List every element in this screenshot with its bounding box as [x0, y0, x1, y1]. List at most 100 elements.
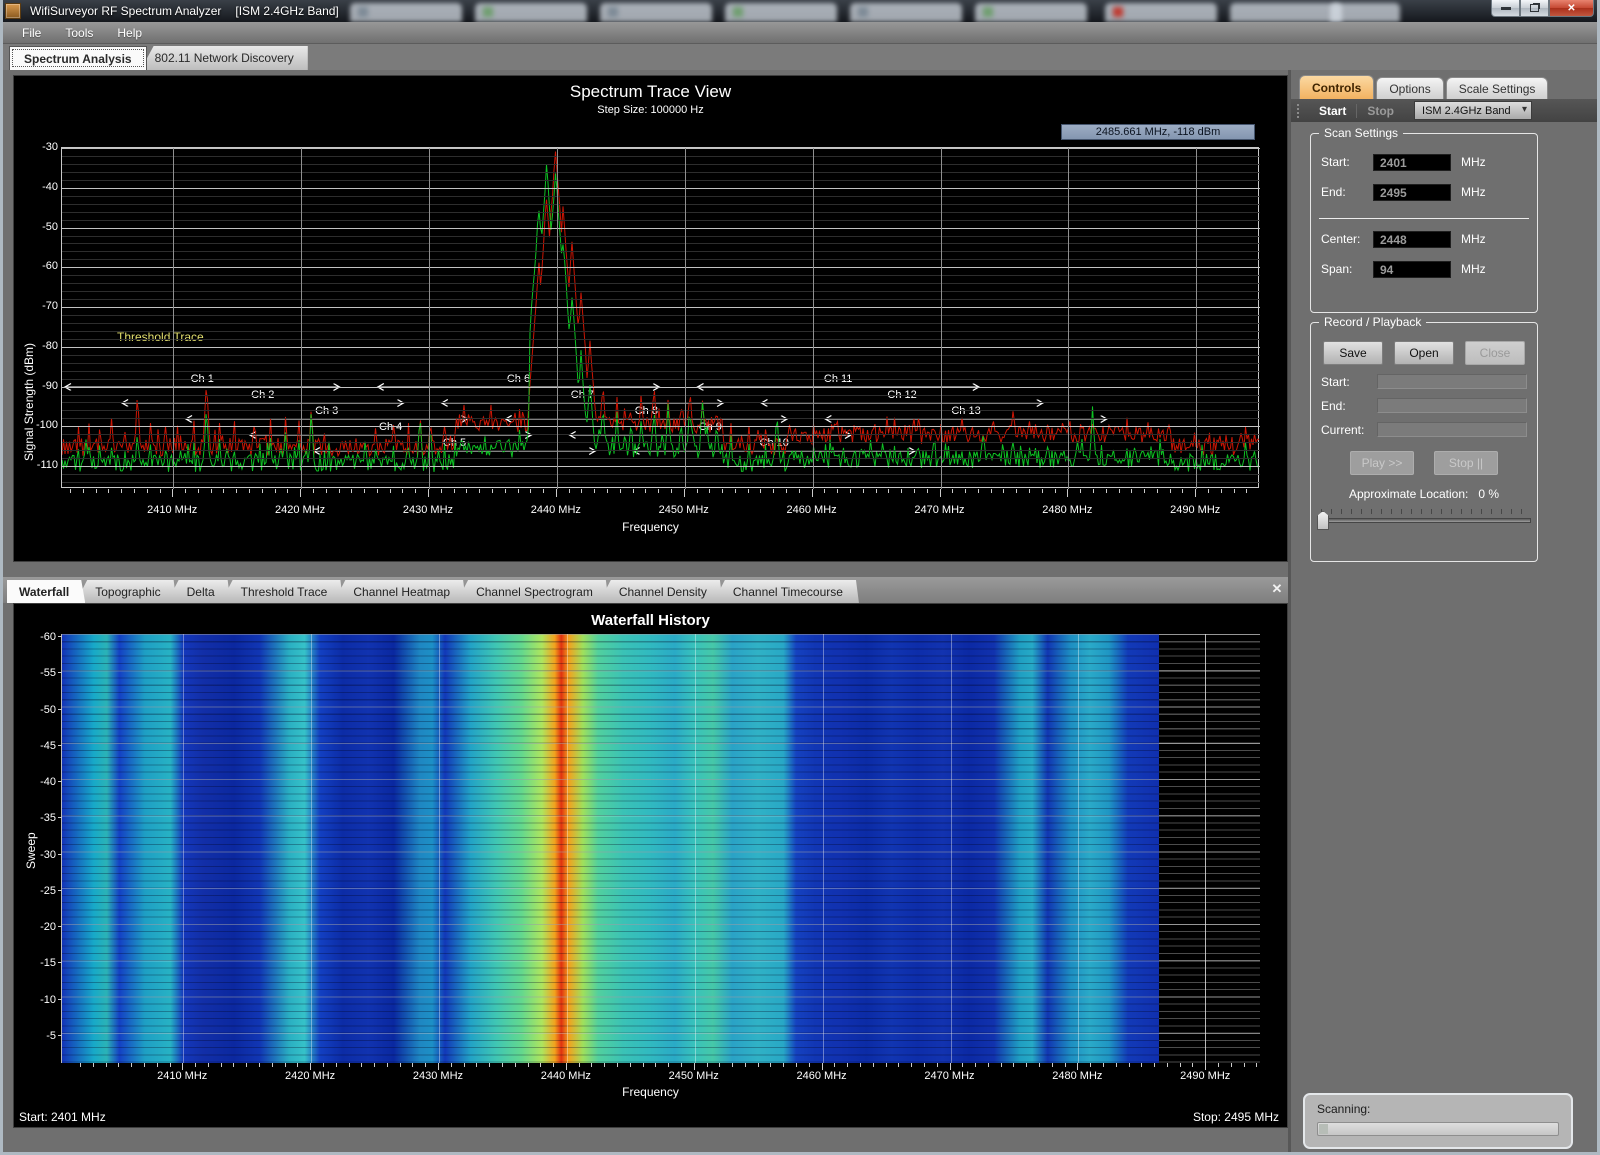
- waterfall-x-minor-tick: [770, 1063, 771, 1067]
- gridline-h: [62, 164, 1260, 165]
- gridline-h: [62, 347, 1260, 348]
- waterfall-x-minor-tick: [540, 1063, 541, 1067]
- x-tick-label: 2480 MHz: [1031, 504, 1103, 516]
- gridline-v: [301, 148, 302, 489]
- spectrum-x-axis-title: Frequency: [14, 520, 1287, 534]
- view-tab-channel-spectrogram[interactable]: Channel Spectrogram: [456, 580, 609, 603]
- x-minor-tick: [927, 489, 928, 493]
- menu-file[interactable]: File: [10, 23, 53, 43]
- view-tab-delta[interactable]: Delta: [167, 580, 231, 603]
- menu-bar: FileToolsHelp: [0, 22, 1600, 44]
- save-button[interactable]: Save: [1323, 341, 1383, 365]
- x-minor-tick: [837, 489, 838, 493]
- stop-scan-button[interactable]: Stop: [1356, 104, 1404, 118]
- start-scan-button[interactable]: Start: [1309, 104, 1356, 118]
- scan-value-input[interactable]: 94: [1373, 261, 1451, 278]
- x-tick-label: 2440 MHz: [520, 504, 592, 516]
- y-tick-label: -90: [28, 380, 58, 392]
- window-controls: ✕: [1491, 0, 1594, 17]
- maximize-button[interactable]: [1520, 0, 1549, 17]
- view-tab-topographic[interactable]: Topographic: [75, 580, 176, 603]
- main-tab-strip: Spectrum Analysis802.11 Network Discover…: [3, 44, 1600, 70]
- x-minor-tick: [172, 489, 173, 497]
- sidebar-tab-options[interactable]: Options: [1376, 77, 1443, 99]
- playback-stop-button[interactable]: Stop ||: [1434, 451, 1498, 475]
- waterfall-x-minor-tick: [195, 1063, 196, 1067]
- waterfall-x-minor-tick: [1065, 1063, 1066, 1067]
- approximate-location-label: Approximate Location:: [1349, 487, 1468, 501]
- view-tab-channel-heatmap[interactable]: Channel Heatmap: [333, 580, 466, 603]
- scan-label: Span:: [1321, 262, 1373, 276]
- playback-position-slider[interactable]: [1317, 509, 1531, 535]
- cursor-readout: 2485.661 MHz, -118 dBm: [1061, 124, 1255, 140]
- scan-value-input[interactable]: 2401: [1373, 154, 1451, 171]
- waterfall-x-minor-tick: [528, 1063, 529, 1067]
- x-minor-tick: [914, 489, 915, 493]
- gridline-h: [62, 228, 1260, 229]
- gridline-h: [62, 426, 1260, 427]
- scan-value-input[interactable]: 2448: [1373, 231, 1451, 248]
- view-tab-waterfall[interactable]: Waterfall: [7, 580, 85, 603]
- x-minor-tick: [1234, 489, 1235, 493]
- close-button[interactable]: Close: [1465, 341, 1525, 365]
- x-minor-tick: [1170, 489, 1171, 493]
- x-minor-tick: [594, 489, 595, 493]
- scan-value-input[interactable]: 2495: [1373, 184, 1451, 201]
- tab-802-11-network-discovery[interactable]: 802.11 Network Discovery: [141, 46, 308, 70]
- close-view-icon[interactable]: ✕: [1268, 580, 1286, 598]
- x-minor-tick: [773, 489, 774, 493]
- x-minor-tick: [211, 489, 212, 493]
- view-tab-channel-timecourse[interactable]: Channel Timecourse: [713, 580, 859, 603]
- waterfall-title: Waterfall History: [14, 612, 1287, 629]
- waterfall-x-minor-tick: [80, 1063, 81, 1067]
- waterfall-stop-label: Stop: 2495 MHz: [1193, 1110, 1279, 1124]
- x-minor-tick: [390, 489, 391, 493]
- scan-unit: MHz: [1461, 155, 1486, 169]
- x-minor-tick: [1182, 489, 1183, 493]
- record-field-value: [1377, 374, 1527, 389]
- band-select-dropdown[interactable]: ISM 2.4GHz Band ▾: [1414, 101, 1532, 120]
- menu-tools[interactable]: Tools: [53, 23, 105, 43]
- waterfall-heatmap[interactable]: [61, 634, 1159, 1063]
- waterfall-y-tick-label: -10: [26, 994, 56, 1006]
- gridline-h: [62, 434, 1260, 435]
- approximate-location: Approximate Location:0 %: [1311, 487, 1537, 501]
- sidebar-tab-controls[interactable]: Controls: [1299, 75, 1374, 99]
- gridline-h: [62, 482, 1260, 483]
- waterfall-x-minor-tick: [1052, 1063, 1053, 1067]
- waterfall-x-minor-tick: [1077, 1063, 1078, 1070]
- x-minor-tick: [1246, 489, 1247, 493]
- spectrum-plot[interactable]: Threshold Trace Ch 1Ch 2Ch 3Ch 4Ch 5Ch 6…: [61, 147, 1259, 488]
- play-button[interactable]: Play >>: [1350, 451, 1414, 475]
- minimize-button[interactable]: [1491, 0, 1520, 17]
- x-minor-tick: [901, 489, 902, 493]
- close-button[interactable]: ✕: [1549, 0, 1594, 17]
- x-minor-tick: [249, 489, 250, 493]
- x-minor-tick: [441, 489, 442, 493]
- gridline-h: [62, 442, 1260, 443]
- scanning-progress-fill: [1319, 1124, 1328, 1134]
- x-minor-tick: [543, 489, 544, 493]
- x-minor-tick: [479, 489, 480, 493]
- x-minor-tick: [645, 489, 646, 493]
- x-minor-tick: [748, 489, 749, 493]
- x-minor-tick: [505, 489, 506, 493]
- open-button[interactable]: Open: [1394, 341, 1454, 365]
- menu-help[interactable]: Help: [105, 23, 154, 43]
- waterfall-x-minor-tick: [310, 1063, 311, 1070]
- x-minor-tick: [1221, 489, 1222, 493]
- toolbar-grip-icon: [1297, 104, 1301, 118]
- waterfall-start-label: Start: 2401 MHz: [19, 1110, 106, 1124]
- spectrum-y-axis-title: Signal Strength (dBm): [22, 343, 36, 461]
- waterfall-gridline: [1205, 634, 1206, 1063]
- view-tab-threshold-trace[interactable]: Threshold Trace: [221, 580, 344, 603]
- waterfall-y-tick: [58, 817, 62, 818]
- sidebar-tab-scale-settings[interactable]: Scale Settings: [1446, 77, 1549, 99]
- tab-spectrum-analysis[interactable]: Spectrum Analysis: [9, 46, 147, 70]
- x-minor-tick: [684, 489, 685, 497]
- view-tab-channel-density[interactable]: Channel Density: [599, 580, 723, 603]
- x-minor-tick: [160, 489, 161, 493]
- x-minor-tick: [134, 489, 135, 493]
- app-window: WifiSurveyor RF Spectrum Analyzer[ISM 2.…: [0, 0, 1600, 1155]
- x-minor-tick: [581, 489, 582, 493]
